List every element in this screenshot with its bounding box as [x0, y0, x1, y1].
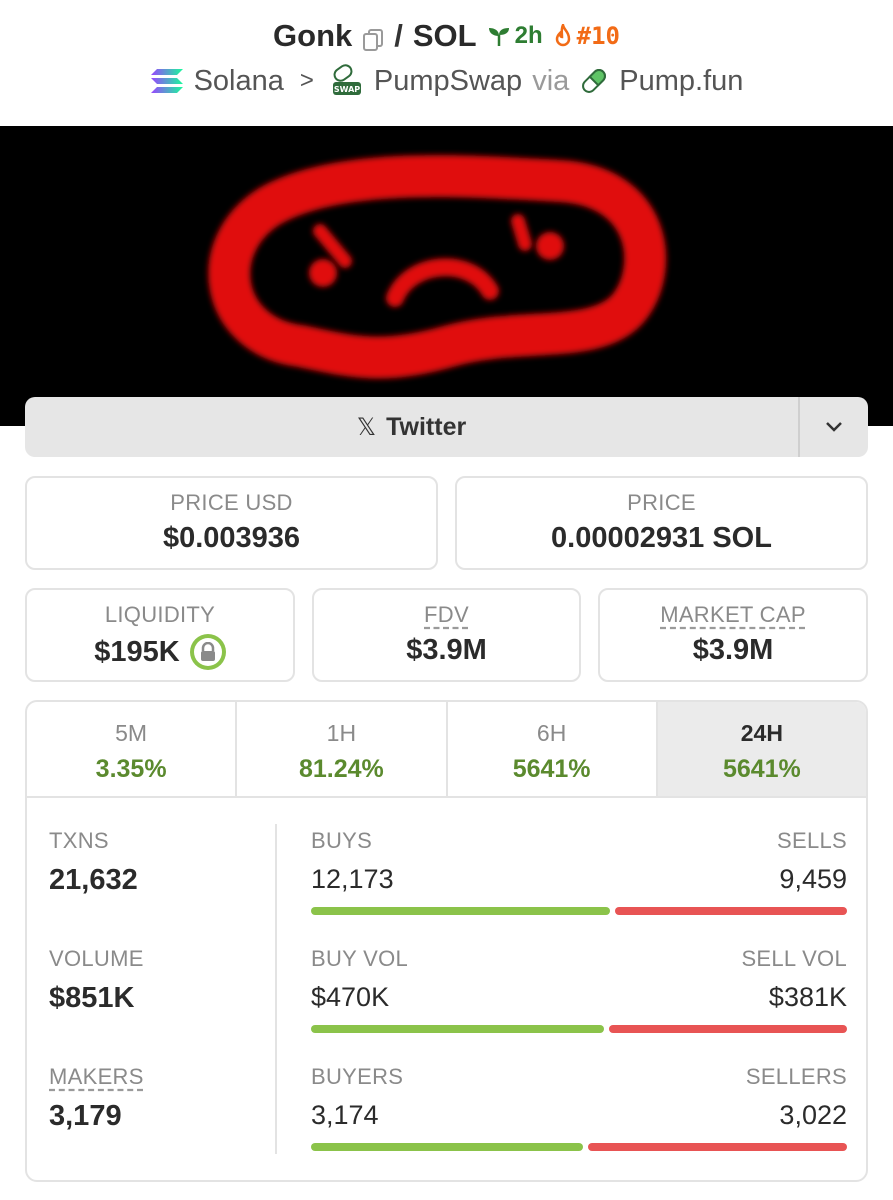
tab-change: 5641%: [512, 755, 591, 783]
tab-change: 3.35%: [95, 755, 167, 783]
volume-label: VOLUME: [49, 946, 144, 971]
twitter-label: Twitter: [386, 412, 467, 441]
buy-vol-value: $470K: [311, 982, 390, 1012]
price-usd-value: $0.003936: [162, 522, 301, 554]
makers-value: 3,179: [49, 1100, 122, 1132]
buy-bar: [311, 1143, 583, 1151]
tab-change: 81.24%: [298, 755, 384, 783]
stats-body: TXNS 21,632 VOLUME $851K MAKERS 3,179 BU…: [27, 798, 866, 1180]
sells-value: 9,459: [779, 864, 847, 894]
tab-1h[interactable]: 1H 81.24%: [237, 702, 448, 796]
chevron-down-icon: [826, 422, 842, 432]
buyers-sellers-row: BUYERS SELLERS 3,174 3,022: [311, 1064, 847, 1151]
sell-bar: [609, 1025, 847, 1033]
sellers-value: 3,022: [779, 1100, 847, 1130]
token-banner-image: [0, 126, 893, 426]
pair-separator: /: [394, 18, 403, 53]
fdv-value: $3.9M: [406, 634, 487, 666]
price-usd-card: PRICE USD $0.003936: [25, 476, 438, 570]
x-logo-icon: 𝕏: [356, 413, 377, 441]
market-cap-label[interactable]: MARKET CAP: [600, 602, 866, 628]
buys-value: 12,173: [311, 864, 394, 894]
sell-bar: [614, 907, 847, 915]
makers-stat: MAKERS 3,179: [49, 1064, 144, 1133]
chevron-right-icon: >: [299, 67, 314, 94]
liquidity-label: LIQUIDITY: [104, 602, 216, 627]
pair-header: Gonk / SOL 2h #10 Solana > SWAP PumpSwap…: [0, 0, 893, 126]
sell-vol-value: $381K: [768, 982, 847, 1012]
makers-label[interactable]: MAKERS: [49, 1064, 144, 1090]
liquidity-value: $195K: [94, 635, 180, 668]
column-divider: [275, 824, 277, 1154]
tab-5m[interactable]: 5M 3.35%: [27, 702, 238, 796]
lock-icon[interactable]: [189, 634, 226, 670]
price-native-value: 0.00002931 SOL: [551, 522, 772, 554]
volume-stat: VOLUME $851K: [49, 946, 144, 1015]
volume-split-row: BUY VOL SELL VOL $470K $381K: [311, 946, 847, 1033]
totals-column: TXNS 21,632 VOLUME $851K MAKERS 3,179: [27, 798, 275, 1180]
fdv-label[interactable]: FDV: [314, 602, 579, 628]
tab-label: 1H: [326, 720, 357, 746]
timeframe-tabs: 5M 3.35% 1H 81.24% 6H 5641% 24H 5641%: [27, 702, 866, 798]
via-label: via: [532, 64, 570, 97]
sellers-label: SELLERS: [745, 1064, 847, 1089]
price-native-card: PRICE 0.00002931 SOL: [455, 476, 868, 570]
tab-change: 5641%: [722, 755, 801, 783]
tab-6h[interactable]: 6H 5641%: [448, 702, 658, 796]
flame-icon: [555, 24, 570, 47]
buys-sells-row: BUYS SELLS 12,173 9,459: [311, 828, 847, 915]
sell-bar: [587, 1143, 847, 1151]
buyers-value: 3,174: [311, 1100, 379, 1130]
price-native-label: PRICE: [627, 490, 696, 515]
breadcrumb: Solana > SWAP PumpSwap via Pump.fun: [0, 64, 893, 98]
tab-label: 6H: [536, 720, 567, 746]
buys-sells-bar: [311, 907, 847, 915]
volume-value: $851K: [49, 982, 135, 1014]
token-symbol: Gonk: [273, 18, 353, 53]
txns-label: TXNS: [49, 828, 109, 853]
trending-rank: #10: [576, 22, 620, 50]
txns-value: 21,632: [49, 864, 138, 896]
liquidity-card: LIQUIDITY $195K: [25, 588, 295, 682]
tab-24h[interactable]: 24H 5641%: [657, 702, 866, 796]
pair-age: 2h: [514, 22, 543, 49]
fdv-card: FDV $3.9M: [312, 588, 581, 682]
price-usd-label: PRICE USD: [170, 490, 293, 515]
social-dropdown-button[interactable]: [800, 397, 868, 457]
twitter-button[interactable]: 𝕏 Twitter: [25, 397, 800, 457]
buys-label: BUYS: [311, 828, 373, 853]
buyers-sellers-bar: [311, 1143, 847, 1151]
seedling-icon: [488, 28, 509, 46]
sell-vol-label: SELL VOL: [741, 946, 847, 971]
tab-label: 24H: [740, 720, 783, 746]
market-cap-card: MARKET CAP $3.9M: [598, 588, 868, 682]
pair-age-badge: 2h: [487, 22, 543, 50]
quote-symbol: SOL: [412, 18, 477, 53]
txns-stat: TXNS 21,632: [49, 828, 138, 897]
solana-logo-icon: [150, 69, 183, 93]
buyers-label: BUYERS: [311, 1064, 404, 1089]
dex-link[interactable]: PumpSwap: [374, 65, 522, 98]
trending-rank-badge[interactable]: #10: [553, 22, 620, 50]
buy-bar: [311, 907, 610, 915]
pill-icon: [582, 69, 607, 93]
svg-text:SWAP: SWAP: [334, 85, 360, 94]
tab-label: 5M: [115, 720, 148, 746]
chain-link[interactable]: Solana: [194, 65, 284, 98]
social-links-bar: 𝕏 Twitter: [25, 397, 868, 457]
sells-label: SELLS: [777, 828, 847, 853]
launchpad-link[interactable]: Pump.fun: [619, 65, 743, 98]
pumpswap-logo-icon: SWAP: [332, 64, 361, 95]
market-cap-value: $3.9M: [692, 634, 774, 666]
volume-split-bar: [311, 1025, 847, 1033]
stats-panel: 5M 3.35% 1H 81.24% 6H 5641% 24H 5641% TX…: [25, 700, 868, 1182]
copy-icon[interactable]: [362, 24, 384, 51]
buy-vol-label: BUY VOL: [311, 946, 409, 971]
pair-title-row: Gonk / SOL 2h #10: [0, 18, 893, 54]
buy-bar: [311, 1025, 605, 1033]
